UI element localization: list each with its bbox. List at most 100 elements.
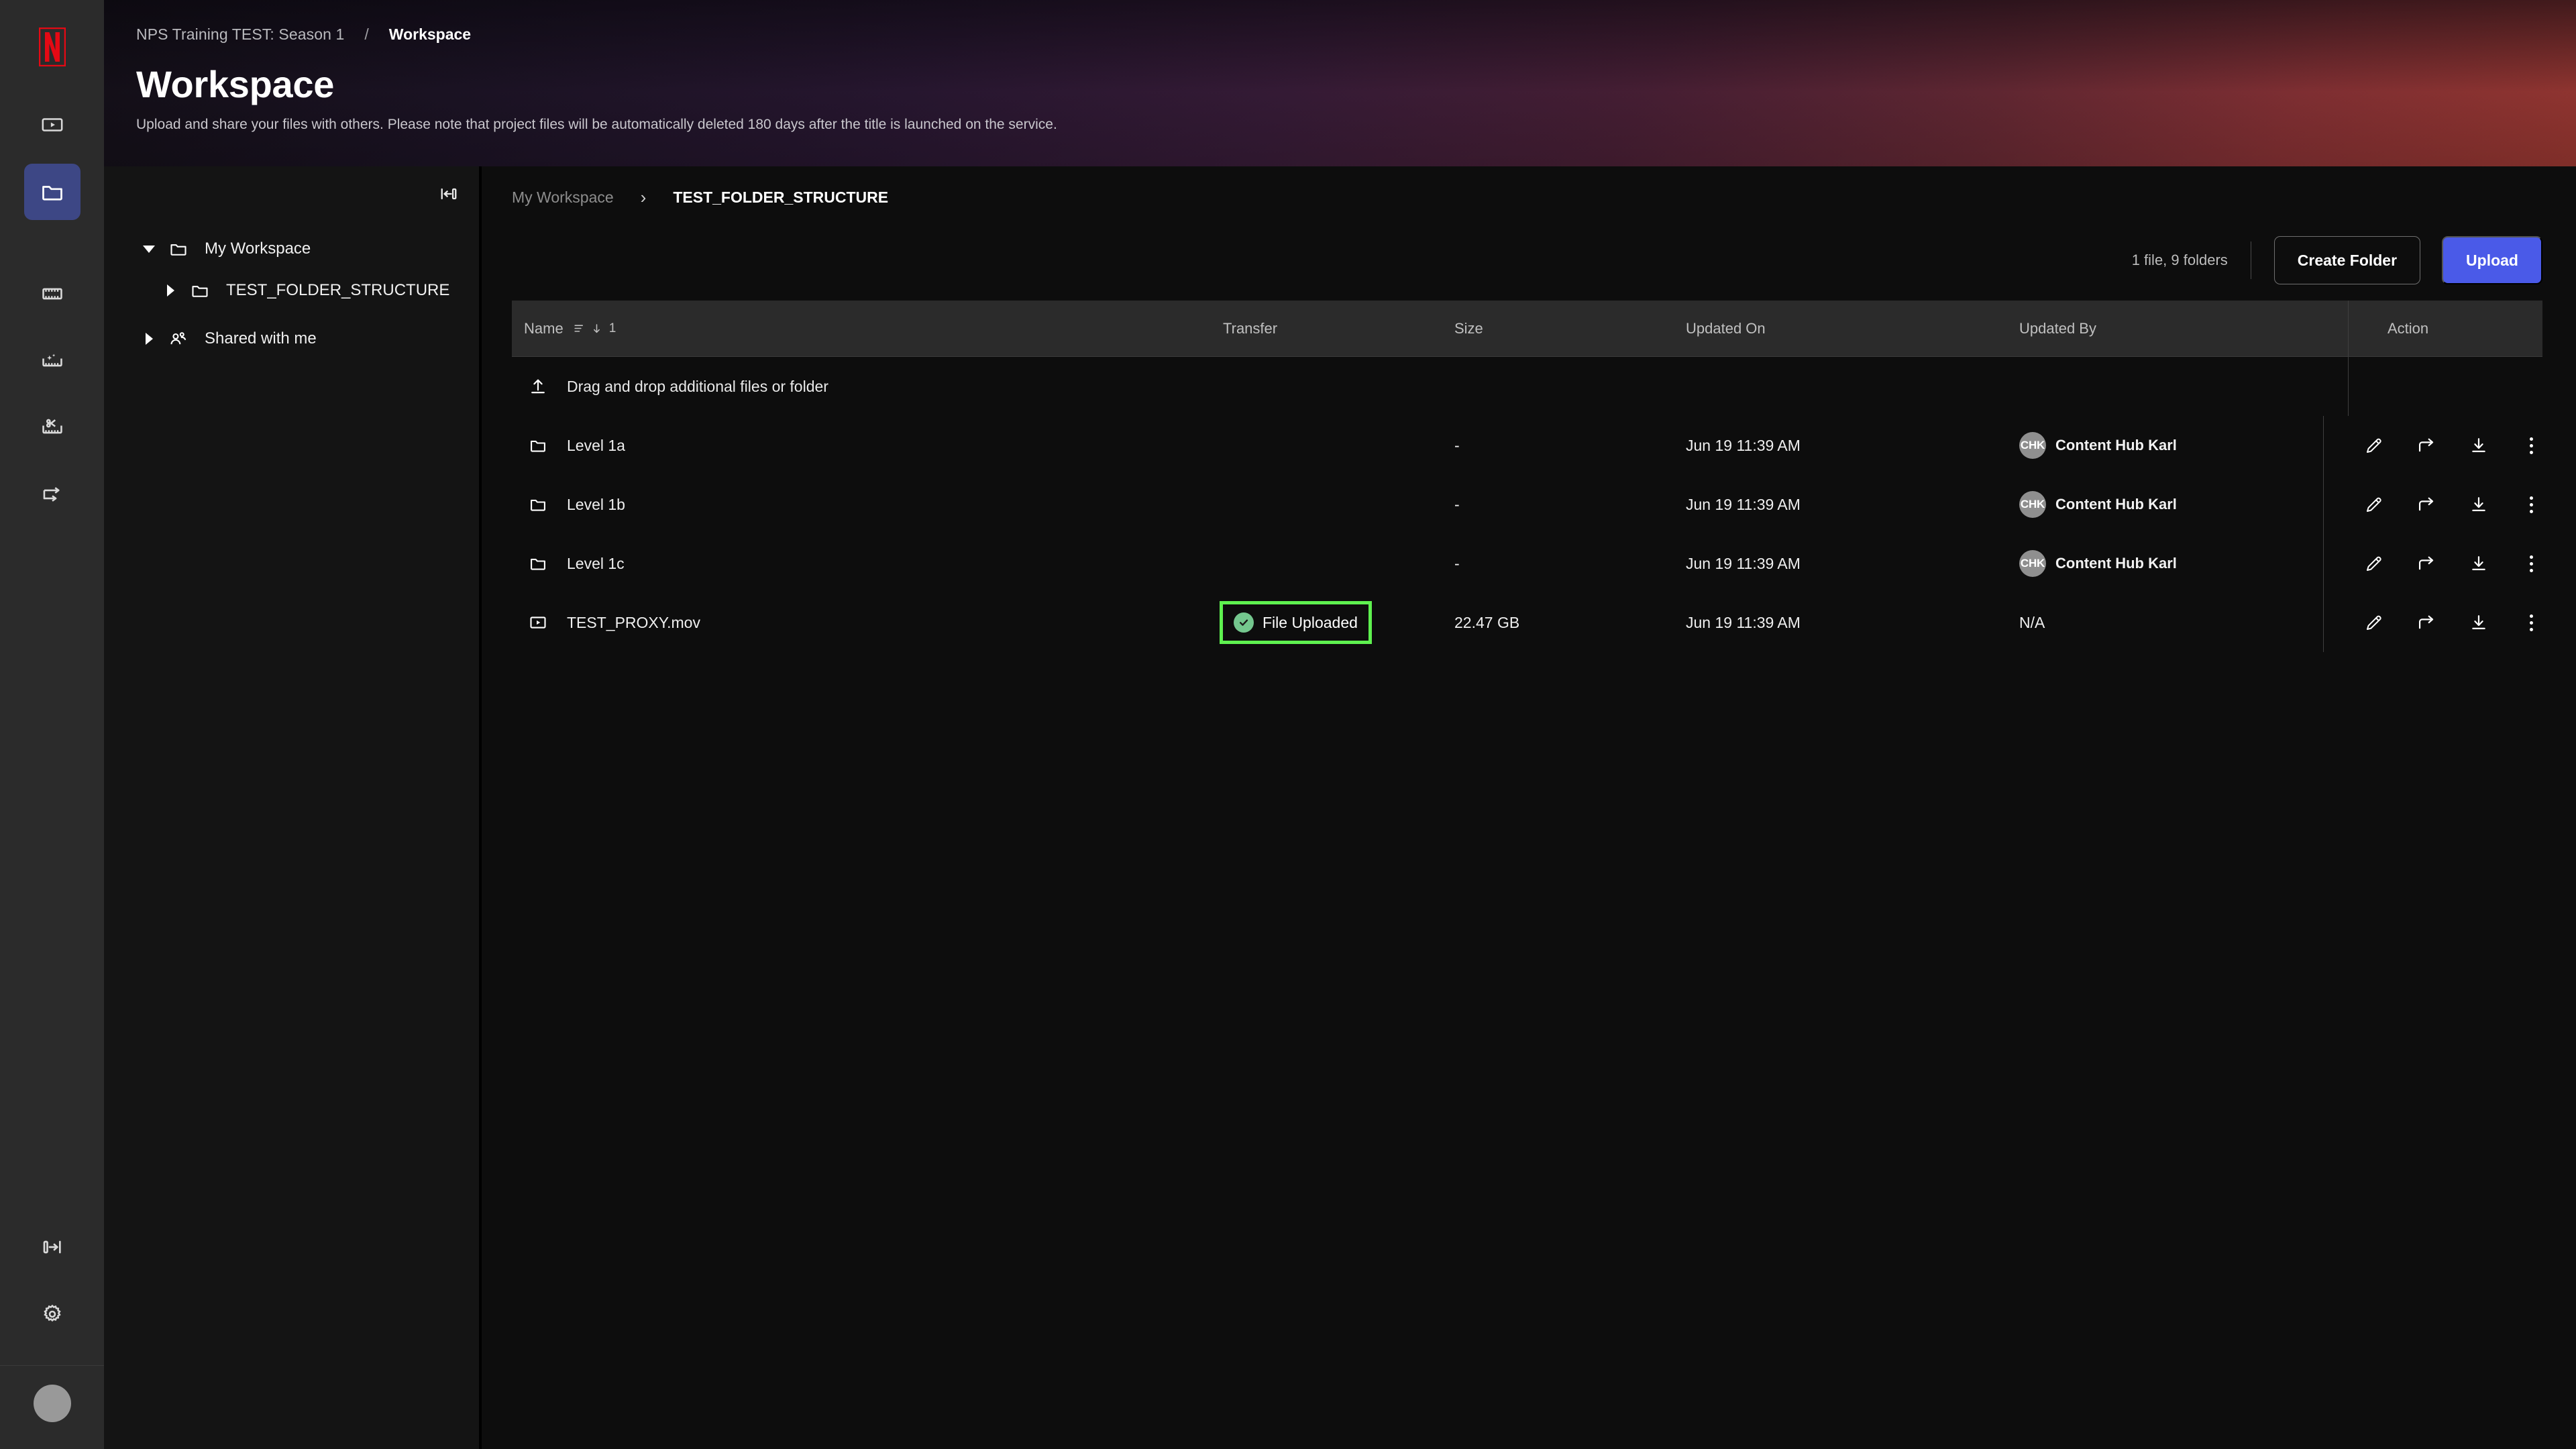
download-icon[interactable] bbox=[2467, 552, 2490, 575]
dropzone-action-cell bbox=[2348, 357, 2542, 416]
updated-on-cell: Jun 19 11:39 AM bbox=[1686, 613, 1801, 631]
row-actions-cell bbox=[2323, 534, 2542, 593]
video-file-icon bbox=[524, 613, 552, 632]
table-row[interactable]: TEST_PROXY.mov File Uploaded 22.47 GB Ju… bbox=[512, 593, 2542, 652]
breadcrumb-current: Workspace bbox=[388, 25, 472, 43]
sidebar-item-media[interactable] bbox=[24, 266, 80, 322]
download-icon[interactable] bbox=[2467, 493, 2490, 516]
folder-breadcrumb: My Workspace › TEST_FOLDER_STRUCTURE bbox=[482, 166, 2576, 228]
more-options-icon[interactable] bbox=[2520, 611, 2542, 634]
more-options-icon[interactable] bbox=[2520, 552, 2542, 575]
size-cell: - bbox=[1454, 554, 1460, 572]
dropzone-row[interactable]: Drag and drop additional files or folder bbox=[512, 357, 2542, 416]
download-icon[interactable] bbox=[2467, 434, 2490, 457]
sidebar-item-highlights[interactable] bbox=[24, 333, 80, 389]
table-row[interactable]: Level 1b - Jun 19 11:39 AM CHK Content H… bbox=[512, 475, 2542, 534]
share-arrow-icon[interactable] bbox=[2415, 434, 2438, 457]
workspace-tree-panel: My Workspace TEST_FOLDER_STRUCTURE Share… bbox=[104, 166, 482, 1449]
breadcrumb: NPS Training TEST: Season 1 / Workspace bbox=[136, 24, 2576, 44]
sidebar-item-workspace[interactable] bbox=[23, 164, 80, 220]
page-body: My Workspace TEST_FOLDER_STRUCTURE Share… bbox=[104, 166, 2576, 1449]
column-header-updated-on[interactable]: Updated On bbox=[1686, 320, 2019, 337]
create-folder-button[interactable]: Create Folder bbox=[2273, 236, 2421, 284]
folder-icon bbox=[163, 239, 194, 258]
column-header-updated-by[interactable]: Updated By bbox=[2019, 320, 2348, 337]
app-root: NPS Training TEST: Season 1 / Workspace … bbox=[0, 0, 2576, 1449]
updated-by-cell: CHK Content Hub Karl bbox=[2019, 491, 2323, 518]
transfer-status-highlight: File Uploaded bbox=[1220, 601, 1372, 644]
updated-by-name: N/A bbox=[2019, 613, 2045, 631]
size-cell: 22.47 GB bbox=[1454, 613, 1520, 631]
rail-items bbox=[0, 97, 104, 534]
row-actions-cell bbox=[2323, 475, 2542, 534]
updated-by-cell: CHK Content Hub Karl bbox=[2019, 432, 2323, 459]
netflix-n-logo[interactable] bbox=[36, 25, 68, 68]
expand-panel-icon bbox=[42, 1236, 63, 1258]
column-header-transfer[interactable]: Transfer bbox=[1223, 320, 1454, 337]
sort-order-number: 1 bbox=[608, 321, 616, 335]
column-header-name[interactable]: Name 1 bbox=[512, 320, 1223, 337]
avatar: CHK bbox=[2019, 550, 2046, 577]
updated-on-cell: Jun 19 11:39 AM bbox=[1686, 436, 1801, 454]
sidebar-item-transfer[interactable] bbox=[24, 467, 80, 523]
edit-pencil-icon[interactable] bbox=[2363, 493, 2385, 516]
tree-node-test-folder-structure[interactable]: TEST_FOLDER_STRUCTURE bbox=[104, 270, 479, 311]
updated-by-cell: CHK Content Hub Karl bbox=[2019, 550, 2323, 577]
edit-pencil-icon[interactable] bbox=[2363, 552, 2385, 575]
updated-on-cell: Jun 19 11:39 AM bbox=[1686, 495, 1801, 513]
folder-icon bbox=[184, 281, 215, 300]
download-icon[interactable] bbox=[2467, 611, 2490, 634]
tree-node-label: Shared with me bbox=[205, 329, 317, 347]
chevron-right-icon[interactable] bbox=[160, 284, 180, 297]
sort-descending-icon[interactable]: 1 bbox=[573, 321, 616, 336]
file-name: Level 1a bbox=[567, 436, 625, 454]
tree-node-my-workspace[interactable]: My Workspace bbox=[104, 228, 479, 270]
tree-node-label: My Workspace bbox=[205, 239, 311, 258]
page-header: NPS Training TEST: Season 1 / Workspace … bbox=[104, 0, 2576, 166]
avatar: CHK bbox=[2019, 491, 2046, 518]
edit-pencil-icon[interactable] bbox=[2363, 434, 2385, 457]
column-label-name: Name bbox=[524, 319, 564, 337]
transfer-arrow-icon bbox=[41, 484, 64, 506]
avatar[interactable] bbox=[33, 1385, 71, 1422]
upload-button[interactable]: Upload bbox=[2442, 236, 2542, 284]
more-options-icon[interactable] bbox=[2520, 493, 2542, 516]
share-arrow-icon[interactable] bbox=[2415, 552, 2438, 575]
folder-icon bbox=[524, 554, 552, 573]
collapse-panel-left-icon[interactable] bbox=[433, 178, 464, 209]
edit-pencil-icon[interactable] bbox=[2363, 611, 2385, 634]
table-row[interactable]: Level 1a - Jun 19 11:39 AM CHK Content H… bbox=[512, 416, 2542, 475]
rail-divider bbox=[0, 1365, 104, 1366]
page-title: Workspace bbox=[136, 63, 335, 105]
breadcrumb-title-link[interactable]: NPS Training TEST: Season 1 bbox=[136, 25, 344, 44]
column-header-size[interactable]: Size bbox=[1454, 320, 1686, 337]
page-subtitle: Upload and share your files with others.… bbox=[136, 117, 1057, 132]
share-arrow-icon[interactable] bbox=[2415, 493, 2438, 516]
file-name: Level 1b bbox=[567, 495, 625, 513]
files-table: Name 1 Transfer Size Updated On Updated … bbox=[482, 301, 2576, 652]
check-circle-icon bbox=[1234, 612, 1254, 633]
table-row[interactable]: Level 1c - Jun 19 11:39 AM CHK Content H… bbox=[512, 534, 2542, 593]
dropzone-label: Drag and drop additional files or folder bbox=[567, 377, 828, 395]
chevron-right-icon: › bbox=[640, 187, 647, 207]
breadcrumb-current-folder: TEST_FOLDER_STRUCTURE bbox=[673, 188, 889, 206]
film-strip-icon bbox=[41, 282, 64, 305]
status-badge: File Uploaded bbox=[1234, 612, 1358, 633]
folder-icon bbox=[524, 436, 552, 455]
more-options-icon[interactable] bbox=[2520, 434, 2542, 457]
upload-icon bbox=[524, 377, 552, 396]
transfer-cell: File Uploaded bbox=[1220, 601, 1454, 644]
main-content: My Workspace › TEST_FOLDER_STRUCTURE 1 f… bbox=[482, 166, 2576, 1449]
tree-node-shared-with-me[interactable]: Shared with me bbox=[104, 318, 479, 360]
breadcrumb-my-workspace[interactable]: My Workspace bbox=[512, 189, 614, 207]
updated-by-name: Content Hub Karl bbox=[2055, 496, 2177, 513]
rail-bottom bbox=[0, 1219, 104, 1449]
share-arrow-icon[interactable] bbox=[2415, 611, 2438, 634]
chevron-right-icon[interactable] bbox=[139, 333, 159, 345]
file-name: Level 1c bbox=[567, 554, 625, 572]
chevron-down-icon[interactable] bbox=[139, 245, 159, 253]
sidebar-item-settings[interactable] bbox=[24, 1286, 80, 1342]
sidebar-item-edit[interactable] bbox=[24, 400, 80, 456]
sidebar-item-expand-panel[interactable] bbox=[24, 1219, 80, 1275]
sidebar-item-player[interactable] bbox=[24, 97, 80, 153]
